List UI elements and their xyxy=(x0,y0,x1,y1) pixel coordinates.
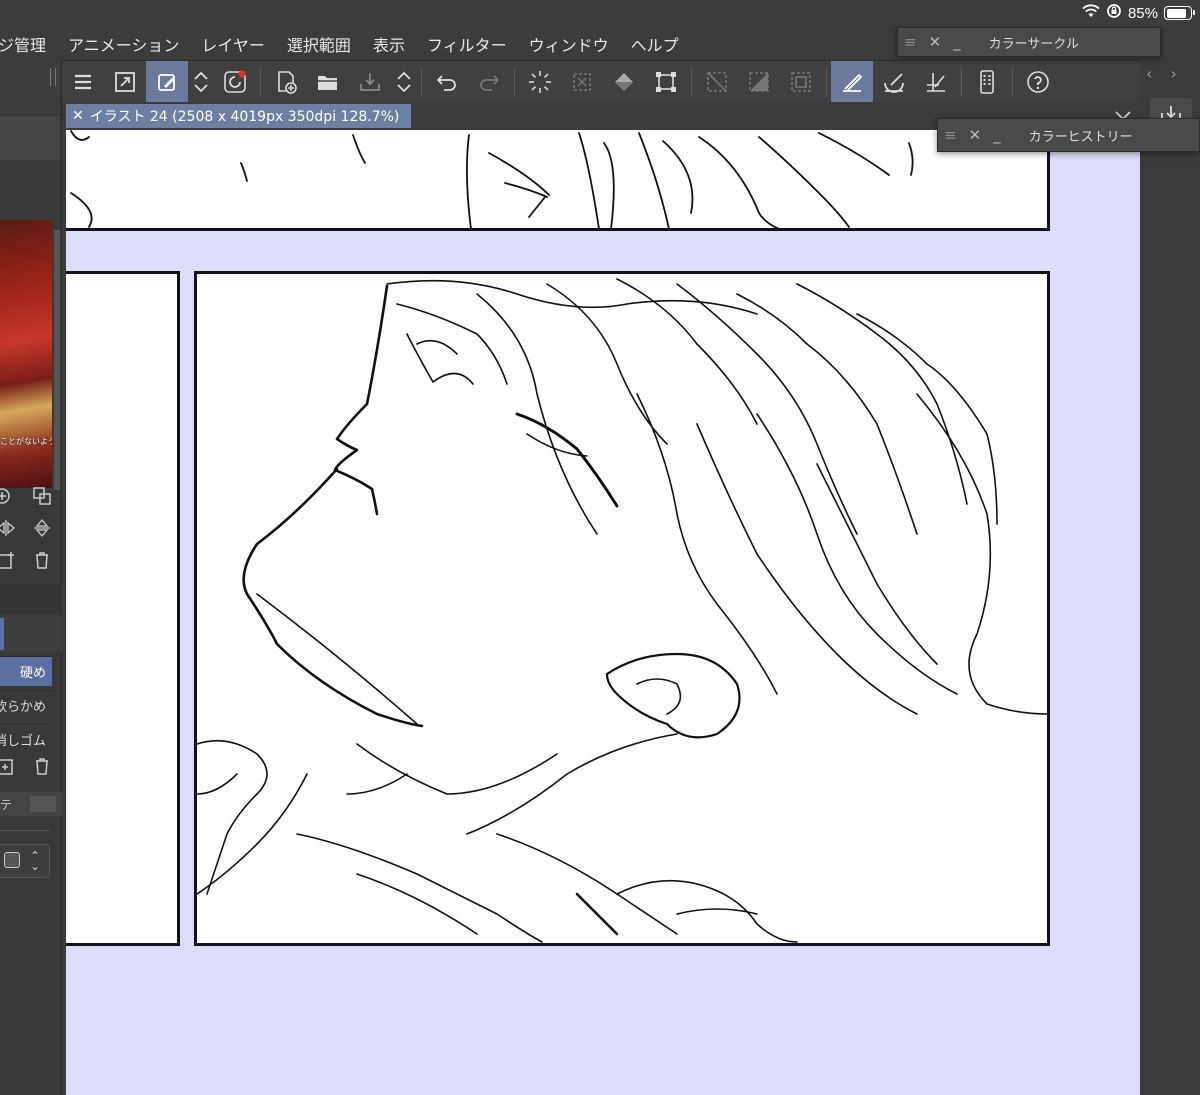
separator xyxy=(691,66,692,97)
blend-mode-select[interactable]: ⌃ ⌄ xyxy=(0,844,50,878)
invert-selection-icon[interactable] xyxy=(738,61,780,103)
sketch-linework xyxy=(70,130,914,230)
color-history-palette[interactable]: ≡ ✕ _ カラーヒストリー xyxy=(937,118,1200,152)
new-file-icon[interactable] xyxy=(265,61,307,103)
clear-selection-icon[interactable] xyxy=(561,61,603,103)
clip-studio-icon[interactable] xyxy=(214,61,256,103)
redo-icon[interactable] xyxy=(468,61,510,103)
subtool-item-soft[interactable]: 軟らかめ xyxy=(0,690,52,720)
menu-bar: ジ管理 アニメーション レイヤー 選択範囲 表示 フィルター ウィンドウ ヘルプ xyxy=(0,28,900,60)
comic-panel-main xyxy=(194,271,1050,946)
smartphone-icon[interactable] xyxy=(966,61,1008,103)
fill-icon[interactable] xyxy=(603,61,645,103)
subtool-item-hard[interactable]: 硬め xyxy=(0,656,52,686)
separator xyxy=(961,66,962,97)
close-icon[interactable]: ✕ xyxy=(72,108,84,124)
minimize-icon[interactable]: _ xyxy=(953,33,961,51)
loading-icon[interactable] xyxy=(519,61,561,103)
grip-handle-icon[interactable] xyxy=(50,68,56,86)
menu-item-page-management[interactable]: ジ管理 xyxy=(0,32,57,56)
navigator-thumbnail[interactable]: ことがないよう xyxy=(0,220,52,488)
document-tab[interactable]: ✕ イラスト 24 (2508 x 4019px 350dpi 128.7%) xyxy=(66,104,412,128)
comic-panel-top xyxy=(66,130,1050,231)
snap-special-ruler-icon[interactable] xyxy=(873,61,915,103)
brush-preview-tab-icon[interactable] xyxy=(30,796,56,812)
separator xyxy=(826,66,827,97)
status-bar: 85% xyxy=(0,0,1200,28)
document-title: イラスト 24 (2508 x 4019px 350dpi 128.7%) xyxy=(89,109,400,125)
layers-icon xyxy=(4,852,20,868)
delete-subtool-icon[interactable] xyxy=(30,754,54,778)
comic-panel-left xyxy=(66,271,180,946)
right-palette-dock: ‹› xyxy=(1140,60,1200,1095)
transform-icon[interactable] xyxy=(645,61,687,103)
menu-item-window[interactable]: ウィンドウ xyxy=(518,32,620,56)
close-icon[interactable]: ✕ xyxy=(929,33,942,51)
subtool-group-indicator xyxy=(0,618,4,650)
close-icon[interactable]: ✕ xyxy=(969,126,982,144)
up-down-icon: ⌃ ⌄ xyxy=(30,849,41,873)
undo-icon[interactable] xyxy=(426,61,468,103)
flip-horizontal-icon[interactable] xyxy=(0,516,18,540)
separator xyxy=(0,830,50,831)
minimize-icon[interactable]: _ xyxy=(993,126,1001,144)
battery-icon xyxy=(1164,6,1195,20)
menu-item-view[interactable]: 表示 xyxy=(362,32,416,56)
wifi-icon xyxy=(1082,4,1100,22)
flip-vertical-icon[interactable] xyxy=(30,516,54,540)
edit-shortcut-icon[interactable] xyxy=(146,60,188,103)
clip-studio-window: 85% ジ管理 アニメーション レイヤー 選択範囲 表示 フィルター ウィンドウ… xyxy=(0,0,1200,1095)
subtool-item-eraser[interactable]: 消しゴム xyxy=(0,724,52,754)
menu-item-selection[interactable]: 選択範囲 xyxy=(276,32,362,56)
left-palette-dock: ことがないよう 硬め 軟らかめ 消しゴム テ ⌃⌄ xyxy=(0,60,62,1095)
palette-title: カラーサークル xyxy=(988,36,1080,52)
command-bar xyxy=(62,60,1140,103)
navigator-scrollbar[interactable] xyxy=(54,230,60,490)
canvas-area[interactable] xyxy=(66,130,1140,1095)
menu-item-layer[interactable]: レイヤー xyxy=(190,32,276,56)
menu-icon[interactable] xyxy=(62,61,104,103)
palette-header xyxy=(0,60,60,114)
menu-item-filter[interactable]: フィルター xyxy=(416,32,518,56)
separator xyxy=(421,66,422,97)
add-layer-icon[interactable] xyxy=(0,548,18,572)
open-file-icon[interactable] xyxy=(307,61,349,103)
zoom-in-icon[interactable] xyxy=(0,484,16,508)
palette-title: カラーヒストリー xyxy=(1028,129,1133,145)
separator xyxy=(514,66,515,97)
help-icon[interactable] xyxy=(1017,61,1059,103)
snap-ruler-icon[interactable] xyxy=(831,60,873,103)
subtool-header xyxy=(0,616,62,652)
save-icon[interactable] xyxy=(349,61,391,103)
hide-selection-icon[interactable] xyxy=(696,61,738,103)
separator xyxy=(1012,66,1013,97)
fullscreen-icon[interactable] xyxy=(104,61,146,103)
show-selection-icon[interactable] xyxy=(780,61,822,103)
menu-item-animation[interactable]: アニメーション xyxy=(57,32,190,56)
trash-icon[interactable] xyxy=(30,548,54,572)
tab-tool-property[interactable]: テ xyxy=(0,796,12,813)
thumbnail-caption: ことがないよう xyxy=(0,437,52,446)
separator xyxy=(260,66,261,97)
fit-window-icon[interactable] xyxy=(30,484,54,508)
sketch-linework xyxy=(197,278,1047,943)
menu-item-help[interactable]: ヘルプ xyxy=(620,32,690,56)
add-subtool-icon[interactable] xyxy=(0,754,18,778)
battery-percentage: 85% xyxy=(1127,4,1158,22)
palette-menu-icon[interactable]: ≡ xyxy=(904,33,917,51)
tool-property-tabs: テ xyxy=(0,792,62,816)
navigator-header xyxy=(0,116,60,160)
collapse-arrows-icon[interactable]: ‹› xyxy=(1146,64,1195,83)
up-down-icon[interactable] xyxy=(391,61,417,103)
snap-grid-icon[interactable] xyxy=(915,61,957,103)
rotation-lock-icon xyxy=(1106,3,1122,23)
color-circle-palette[interactable]: ≡ ✕ _ カラーサークル xyxy=(897,27,1161,57)
palette-menu-icon[interactable]: ≡ xyxy=(944,126,957,144)
up-down-icon[interactable] xyxy=(188,61,214,103)
separator xyxy=(0,584,62,614)
